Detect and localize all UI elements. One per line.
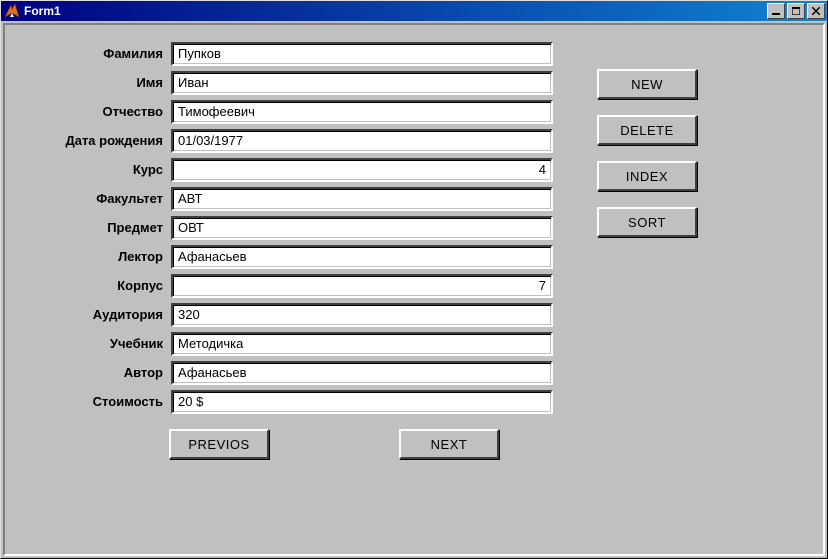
field-room[interactable]: 320 [171, 303, 553, 327]
value-room: 320 [178, 307, 200, 322]
label-course: Курс [33, 162, 171, 177]
field-surname[interactable]: Пупков [171, 42, 553, 66]
value-cost: 20 $ [178, 394, 203, 409]
label-author: Автор [33, 365, 171, 380]
next-button[interactable]: NEXT [399, 429, 499, 459]
app-window: Form1 Фамилия Пупков Имя Иван [0, 0, 828, 559]
value-course: 4 [539, 162, 546, 177]
nav-buttons: PREVIOS NEXT [169, 429, 499, 459]
minimize-button[interactable] [767, 3, 785, 19]
field-name[interactable]: Иван [171, 71, 553, 95]
form-area: Фамилия Пупков Имя Иван Отчество Тимофее… [33, 39, 553, 416]
field-author[interactable]: Афанасьев [171, 361, 553, 385]
label-lecturer: Лектор [33, 249, 171, 264]
label-building: Корпус [33, 278, 171, 293]
titlebar[interactable]: Form1 [1, 1, 827, 21]
label-room: Аудитория [33, 307, 171, 322]
close-button[interactable] [807, 3, 825, 19]
value-building: 7 [539, 278, 546, 293]
value-name: Иван [178, 75, 209, 90]
index-button[interactable]: INDEX [597, 161, 697, 191]
label-patronymic: Отчество [33, 104, 171, 119]
sort-button[interactable]: SORT [597, 207, 697, 237]
side-buttons: NEW DELETE INDEX SORT [597, 69, 697, 237]
new-button[interactable]: NEW [597, 69, 697, 99]
field-textbook[interactable]: Методичка [171, 332, 553, 356]
label-name: Имя [33, 75, 171, 90]
value-patronymic: Тимофеевич [178, 104, 255, 119]
field-lecturer[interactable]: Афанасьев [171, 245, 553, 269]
delete-button[interactable]: DELETE [597, 115, 697, 145]
label-subject: Предмет [33, 220, 171, 235]
value-textbook: Методичка [178, 336, 243, 351]
app-icon [4, 3, 20, 19]
window-title: Form1 [24, 4, 765, 18]
label-birthdate: Дата рождения [33, 133, 171, 148]
field-course[interactable]: 4 [171, 158, 553, 182]
window-controls [765, 3, 825, 19]
client-area: Фамилия Пупков Имя Иван Отчество Тимофее… [3, 23, 825, 556]
field-building[interactable]: 7 [171, 274, 553, 298]
value-subject: ОВТ [178, 220, 204, 235]
value-lecturer: Афанасьев [178, 249, 247, 264]
field-faculty[interactable]: АВТ [171, 187, 553, 211]
value-author: Афанасьев [178, 365, 247, 380]
field-patronymic[interactable]: Тимофеевич [171, 100, 553, 124]
value-faculty: АВТ [178, 191, 202, 206]
field-subject[interactable]: ОВТ [171, 216, 553, 240]
label-faculty: Факультет [33, 191, 171, 206]
maximize-button[interactable] [787, 3, 805, 19]
value-surname: Пупков [178, 46, 221, 61]
previous-button[interactable]: PREVIOS [169, 429, 269, 459]
field-birthdate[interactable]: 01/03/1977 [171, 129, 553, 153]
label-surname: Фамилия [33, 46, 171, 61]
label-textbook: Учебник [33, 336, 171, 351]
value-birthdate: 01/03/1977 [178, 133, 243, 148]
field-cost[interactable]: 20 $ [171, 390, 553, 414]
label-cost: Стоимость [33, 394, 171, 409]
